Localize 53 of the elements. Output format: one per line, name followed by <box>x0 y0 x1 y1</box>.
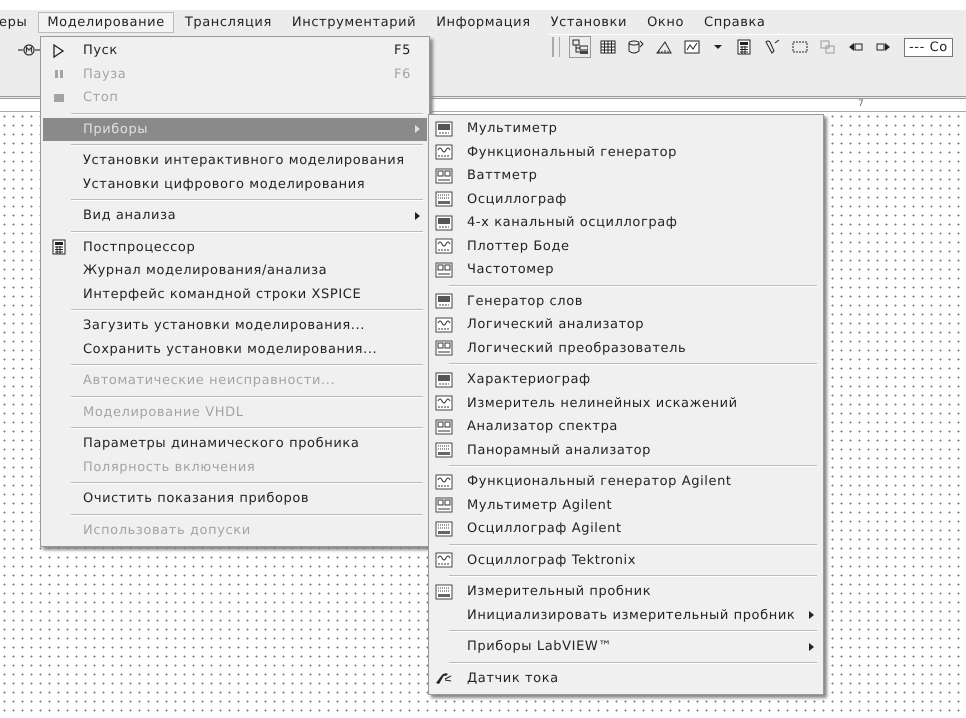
menu-item[interactable]: Инициализировать измерительный пробник <box>431 604 821 627</box>
menu-item[interactable]: Осциллограф Agilent <box>431 517 821 540</box>
grid-icon[interactable] <box>600 39 616 55</box>
toolbar-grip[interactable] <box>552 37 560 57</box>
menu-bar-item[interactable]: Информация <box>427 12 540 32</box>
menu-bar-item[interactable]: Инструментарий <box>282 12 426 32</box>
menu-item[interactable]: Панорамный анализатор <box>431 438 821 462</box>
ruler-label: 7 <box>858 99 864 109</box>
graph-icon[interactable] <box>684 39 700 55</box>
menu-bar-item[interactable]: Установки <box>542 12 636 32</box>
menu-item[interactable]: Анализатор спектра <box>431 415 821 438</box>
menu-bar-item[interactable]: еры <box>0 12 36 32</box>
menu-item[interactable]: Пуск F5 <box>43 39 427 62</box>
menu-item[interactable]: Ваттметр <box>431 164 821 188</box>
menu-item[interactable]: Параметры динамического пробника <box>43 432 427 456</box>
menu-item[interactable]: Приборы LabVIEW™ <box>431 635 821 658</box>
menu-item[interactable]: Функциональный генератор Agilent <box>431 470 821 494</box>
menu-item[interactable]: 4-х канальный осциллограф <box>431 211 821 234</box>
menu-item[interactable]: Вид анализа <box>43 204 427 228</box>
menu-item[interactable]: Осциллограф <box>431 188 821 211</box>
menu-item[interactable]: Мультиметр Agilent <box>431 494 821 517</box>
menu-item[interactable]: Загузить установки моделирования... <box>43 314 427 338</box>
component-icon[interactable] <box>18 44 40 56</box>
menu-item[interactable]: Журнал моделирования/анализа <box>43 259 427 282</box>
menu-bar-item[interactable]: Справка <box>695 12 774 32</box>
menu-item[interactable]: Установки цифрового моделирования <box>43 172 427 196</box>
combo-box[interactable]: --- Co <box>904 38 953 56</box>
database-icon[interactable] <box>628 39 644 55</box>
menu-item[interactable]: Датчик тока <box>431 666 821 690</box>
hierarchy-icon[interactable] <box>572 39 588 55</box>
menu-item[interactable]: Логический преобразователь <box>431 336 821 360</box>
menu-item[interactable]: Установки интерактивного моделирования <box>43 149 427 172</box>
calculator-icon[interactable] <box>736 39 752 55</box>
menu-bar-item[interactable]: Трансляция <box>176 12 281 32</box>
menu-item[interactable]: Постпроцессор <box>43 236 427 259</box>
menu-item[interactable]: Частотомер <box>431 258 821 282</box>
menu-item[interactable]: Интерфейс командной строки XSPICE <box>43 282 427 306</box>
menu-item[interactable]: Логический анализатор <box>431 313 821 336</box>
menu-item[interactable]: Измерительный пробник <box>431 580 821 604</box>
menu-item[interactable]: Мультиметр <box>431 117 821 140</box>
menu-item[interactable]: Генератор слов <box>431 290 821 313</box>
probe-icon[interactable] <box>764 39 780 55</box>
menu-item[interactable]: Функциональный генератор <box>431 140 821 164</box>
menu-item[interactable]: Характериограф <box>431 368 821 392</box>
menu-item[interactable]: Очистить показания приборов <box>43 487 427 510</box>
menu-item[interactable]: Измеритель нелинейных искажений <box>431 392 821 415</box>
menu-item[interactable]: Осциллограф Tektronix <box>431 548 821 572</box>
menu-item[interactable]: Сохранить установки моделирования... <box>43 338 427 361</box>
ruler-icon[interactable] <box>656 39 672 55</box>
menu-bar-item[interactable]: Моделирование <box>38 12 174 32</box>
menu-bar-item[interactable]: Окно <box>638 12 694 32</box>
menu-item[interactable]: Плоттер Боде <box>431 234 821 258</box>
selection-icon[interactable] <box>792 39 808 55</box>
